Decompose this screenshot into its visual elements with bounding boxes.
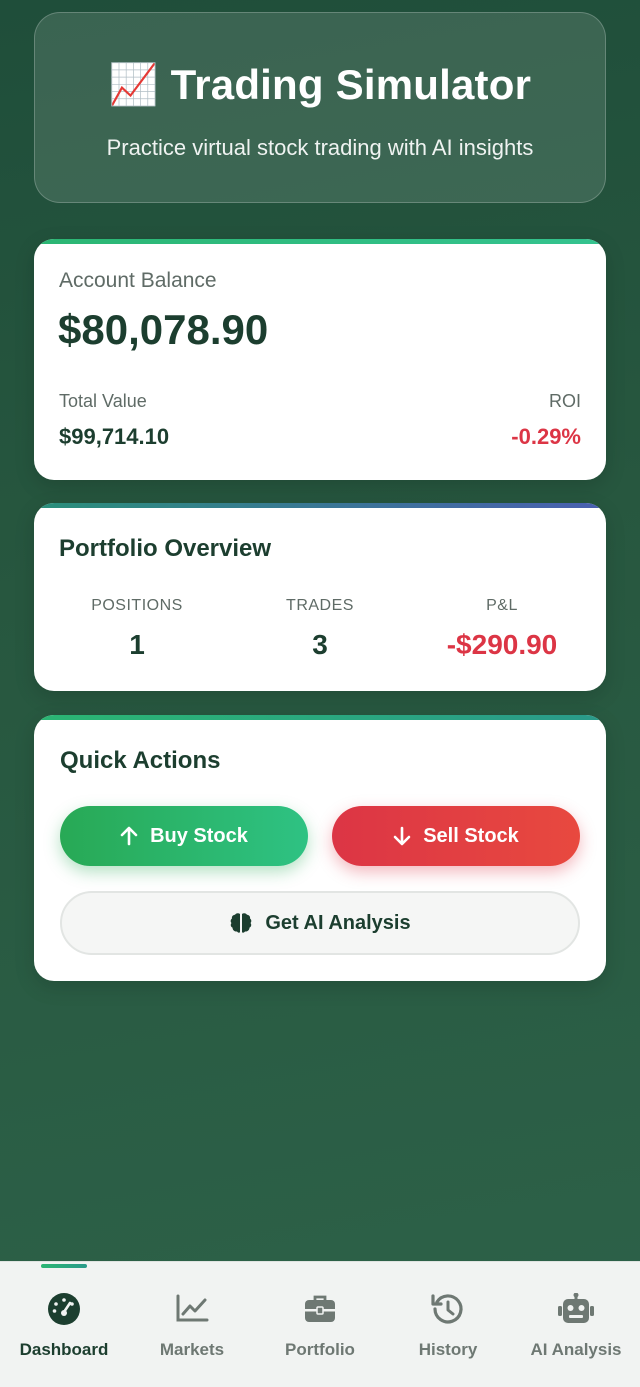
ai-analysis-label: Get AI Analysis <box>265 911 411 934</box>
brain-icon <box>231 913 252 933</box>
buy-stock-button[interactable]: Buy Stock <box>60 806 308 866</box>
nav-item-portfolio[interactable]: Portfolio <box>256 1292 384 1360</box>
card-accent-bar <box>34 715 606 720</box>
briefcase-icon <box>305 1295 335 1322</box>
nav-item-dashboard[interactable]: Dashboard <box>0 1292 128 1360</box>
nav-label: AI Analysis <box>530 1340 622 1359</box>
nav-label: Portfolio <box>285 1340 355 1359</box>
portfolio-overview-card: Portfolio Overview POSITIONS 1 TRADES 3 … <box>34 503 606 691</box>
history-icon <box>431 1294 463 1324</box>
active-tab-indicator <box>41 1264 87 1268</box>
gauge-icon <box>48 1293 80 1325</box>
arrow-up-icon <box>120 826 138 846</box>
roi-value: -0.29% <box>511 424 581 449</box>
stat-value: 1 <box>129 629 145 660</box>
sell-stock-label: Sell Stock <box>423 824 519 847</box>
robot-icon <box>558 1293 594 1323</box>
nav-item-ai-analysis[interactable]: AI Analysis <box>512 1292 640 1360</box>
nav-label: Markets <box>159 1340 225 1359</box>
total-value: $99,714.10 <box>59 424 170 449</box>
chart-line-icon <box>176 1294 209 1322</box>
stat-value: 3 <box>312 629 328 660</box>
app-title: Trading Simulator <box>170 61 532 108</box>
app-header: 📈 Trading Simulator Practice virtual sto… <box>34 12 606 203</box>
stat-label: TRADES <box>286 597 354 614</box>
nav-item-history[interactable]: History <box>384 1292 512 1360</box>
title-row: 📈 Trading Simulator <box>35 61 605 109</box>
stat-label: POSITIONS <box>91 597 183 614</box>
card-accent-bar <box>34 239 606 244</box>
total-value-label: Total Value <box>59 391 147 411</box>
quick-actions-title: Quick Actions <box>60 747 221 774</box>
card-accent-bar <box>34 503 606 508</box>
buy-stock-label: Buy Stock <box>150 824 248 847</box>
stat-value: -$290.90 <box>446 629 558 660</box>
app-subtitle: Practice virtual stock trading with AI i… <box>106 135 534 160</box>
nav-item-markets[interactable]: Markets <box>128 1292 256 1360</box>
positions-stat: POSITIONS 1 <box>42 597 232 661</box>
arrow-down-icon <box>393 826 411 846</box>
stat-label: P&L <box>486 597 518 614</box>
trades-stat: TRADES 3 <box>225 597 415 661</box>
get-ai-analysis-button[interactable]: Get AI Analysis <box>60 891 580 955</box>
chart-increasing-icon: 📈 <box>108 63 159 107</box>
sell-stock-button[interactable]: Sell Stock <box>332 806 580 866</box>
roi-label: ROI <box>548 391 581 411</box>
nav-label: Dashboard <box>19 1340 109 1359</box>
bottom-nav: Dashboard Markets Portfolio History AI A… <box>0 1261 640 1387</box>
portfolio-title: Portfolio Overview <box>59 535 272 562</box>
quick-actions-card: Quick Actions Buy Stock Sell Stock Get A… <box>34 715 606 981</box>
balance-label: Account Balance <box>59 269 217 292</box>
nav-label: History <box>418 1340 478 1359</box>
account-balance-card: Account Balance $80,078.90 Total Value $… <box>34 239 606 480</box>
pnl-stat: P&L -$290.90 <box>407 597 597 661</box>
balance-amount: $80,078.90 <box>58 306 269 353</box>
